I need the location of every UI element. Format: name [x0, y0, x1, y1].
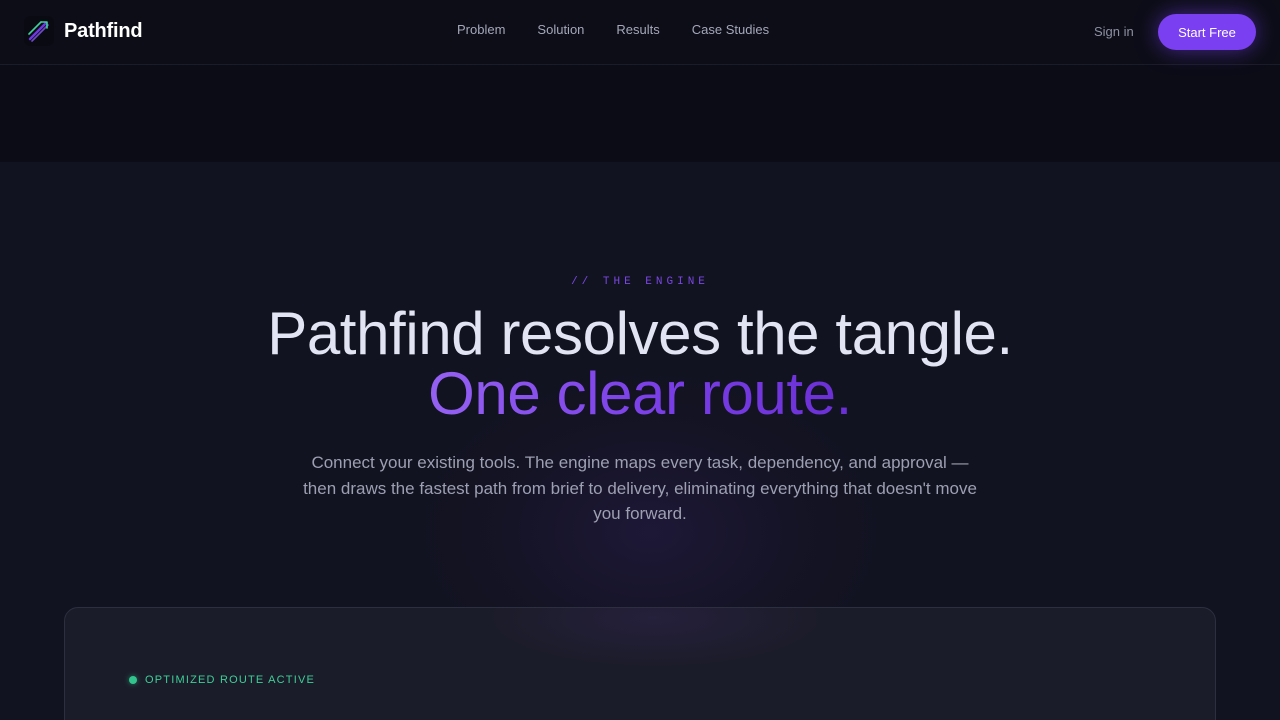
brand-name: Pathfind	[64, 19, 143, 42]
nav-link-problem[interactable]: Problem	[457, 22, 505, 37]
landing-page: Pathfind Problem Solution Results Case S…	[0, 0, 1280, 720]
primary-nav: Problem Solution Results Case Studies	[457, 22, 769, 37]
nav-spacer-band	[0, 65, 1280, 162]
status-dot-icon	[129, 676, 137, 684]
hero-section: // THE ENGINE Pathfind resolves the tang…	[0, 162, 1280, 720]
nav-link-case-studies[interactable]: Case Studies	[692, 22, 769, 37]
pathfind-logo-icon	[24, 16, 54, 46]
route-preview-card: OPTIMIZED ROUTE ACTIVE	[64, 607, 1216, 720]
hero-subcopy: Connect your existing tools. The engine …	[303, 453, 977, 523]
sign-in-link[interactable]: Sign in	[1094, 24, 1134, 39]
hero-headline-accent: One clear route.	[0, 364, 1280, 424]
hero-headline-accent-text: One clear route.	[428, 360, 852, 427]
section-eyebrow: // THE ENGINE	[571, 276, 709, 288]
route-status: OPTIMIZED ROUTE ACTIVE	[129, 674, 315, 686]
nav-link-results[interactable]: Results	[616, 22, 659, 37]
card-glow	[485, 608, 825, 668]
top-nav: Pathfind Problem Solution Results Case S…	[0, 0, 1280, 65]
brand-link[interactable]: Pathfind	[24, 16, 143, 46]
nav-link-solution[interactable]: Solution	[537, 22, 584, 37]
route-status-label: OPTIMIZED ROUTE ACTIVE	[145, 674, 316, 686]
start-free-button[interactable]: Start Free	[1158, 14, 1256, 50]
hero-headline: Pathfind resolves the tangle.	[267, 300, 1013, 367]
